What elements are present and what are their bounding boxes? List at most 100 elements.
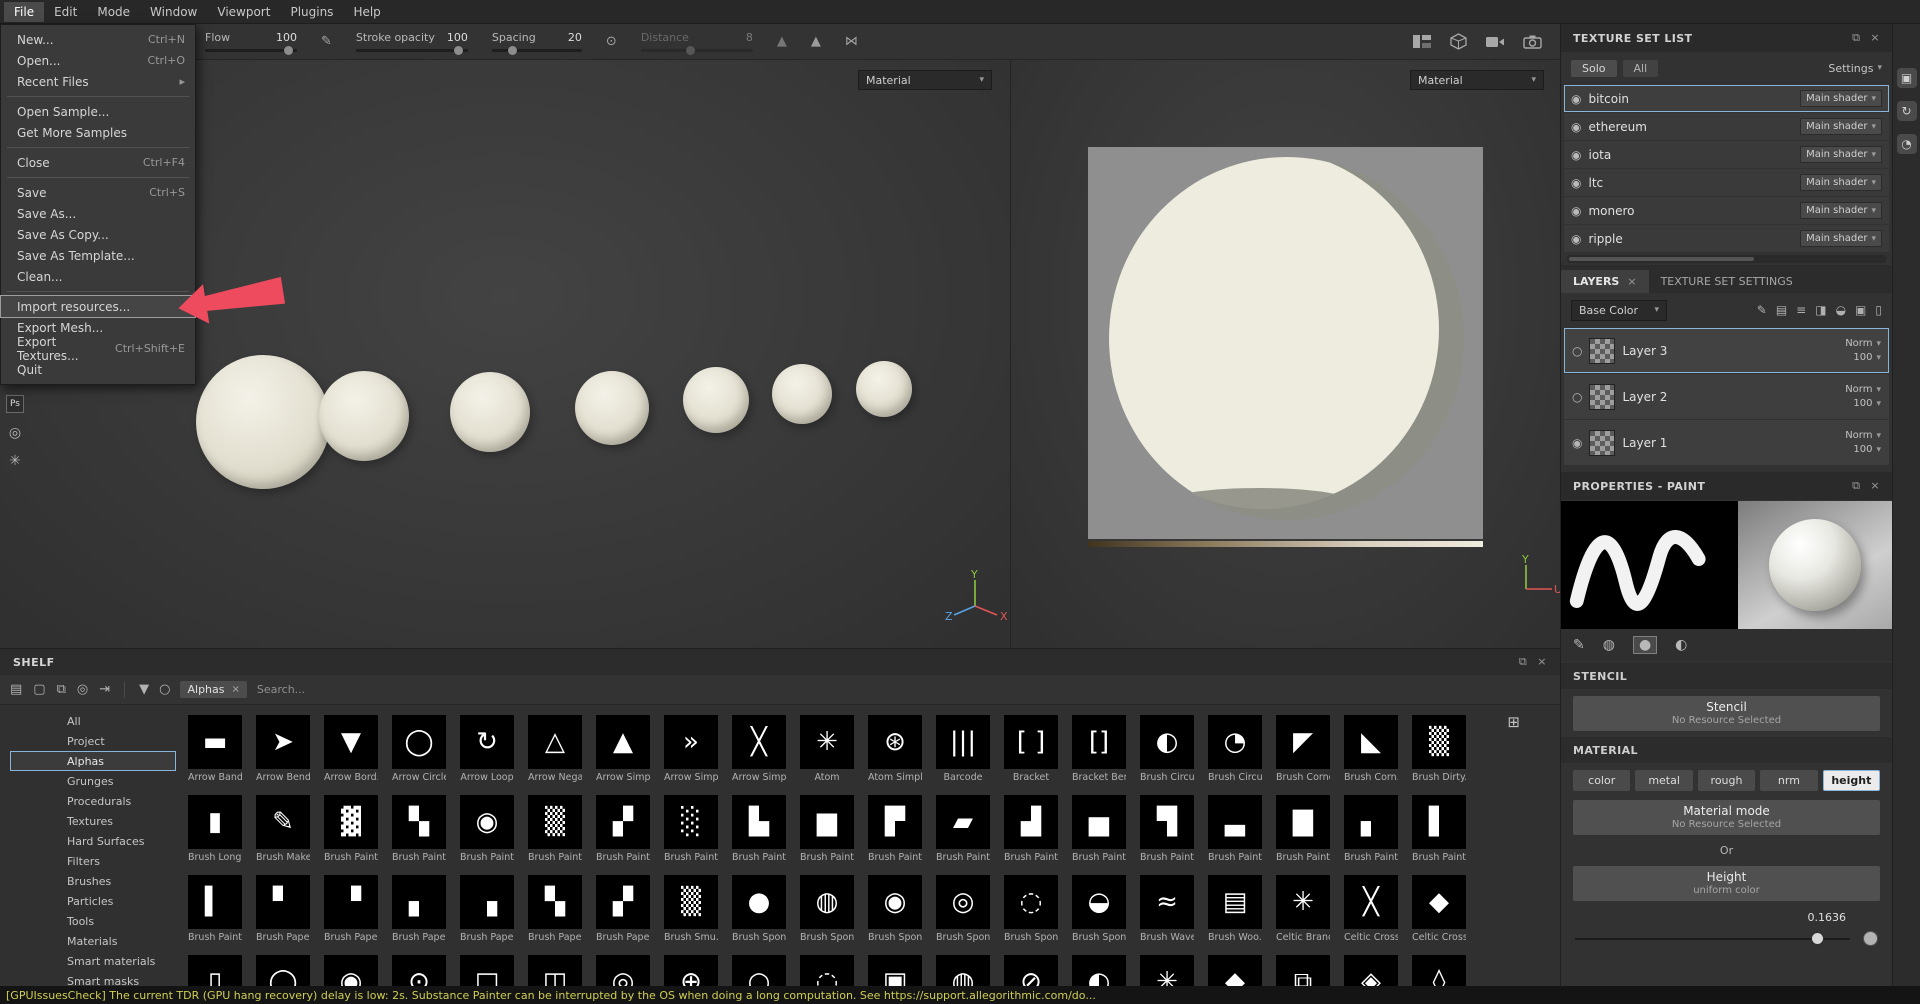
channel-nrm[interactable]: nrm	[1760, 770, 1818, 791]
shelf-item[interactable]: ◯	[256, 955, 310, 987]
thumbnail-size-icon[interactable]: ⊞	[1507, 713, 1520, 731]
tab-layers[interactable]: LAYERS ×	[1561, 270, 1649, 293]
filter-funnel-icon[interactable]: ▼	[139, 682, 149, 697]
shelf-item-celtic-branch[interactable]: ✳ Celtic Branch	[1276, 875, 1330, 943]
shelf-item-brush-paint[interactable]: ▙ Brush Paint...	[732, 795, 786, 863]
shelf-item-brush-maker[interactable]: ✎ Brush Maker	[256, 795, 310, 863]
layer-row-layer-3[interactable]: ○ Layer 3 Norm ▾ 100 ▾	[1564, 328, 1889, 373]
material-ball-icon[interactable]: ◍	[1603, 637, 1615, 653]
shelf-item[interactable]: ◊	[1412, 955, 1466, 987]
slider-handle[interactable]	[1811, 932, 1825, 945]
shelf-item-brush-spon[interactable]: ◌ Brush Spon...	[1004, 875, 1058, 943]
shader-dropdown[interactable]: Main shader ▾	[1800, 202, 1882, 219]
shader-dropdown[interactable]: Main shader ▾	[1800, 146, 1882, 163]
shelf-item-brush-pape[interactable]: ▝ Brush Pape...	[324, 875, 378, 943]
shelf-item[interactable]: ◍	[936, 955, 990, 987]
shelf-item-brush-paint[interactable]: ▆ Brush Paint...	[800, 795, 854, 863]
shelf-item[interactable]: ◐	[1072, 955, 1126, 987]
shelf-item-brush-paint[interactable]: ▟ Brush Paint...	[1004, 795, 1058, 863]
filter-chip-alphas[interactable]: Alphas ×	[180, 681, 247, 698]
visibility-icon[interactable]: ◉	[1571, 92, 1581, 106]
add-fill-icon[interactable]: ◒	[1836, 303, 1846, 317]
height-slider[interactable]	[1575, 930, 1878, 948]
shelf-item[interactable]: ▯	[188, 955, 242, 987]
file-menu-item-save[interactable]: Save Ctrl+S	[1, 182, 195, 203]
shelf-category-brushes[interactable]: Brushes	[10, 871, 176, 891]
shader-dropdown[interactable]: Main shader ▾	[1800, 174, 1882, 191]
shelf-item[interactable]: ◎	[596, 955, 650, 987]
shelf-category-alphas[interactable]: Alphas	[10, 751, 176, 771]
viewport3d-material-dropdown[interactable]: Material ▾	[858, 70, 992, 90]
delete-layer-icon[interactable]: ▯	[1875, 303, 1882, 317]
shelf-item-arrow-simpl[interactable]: ╳ Arrow Simpl...	[732, 715, 786, 783]
shader-dropdown[interactable]: Main shader ▾	[1800, 90, 1882, 107]
solo-button[interactable]: Solo	[1571, 59, 1617, 77]
shelf-category-procedurals[interactable]: Procedurals	[10, 791, 176, 811]
shelf-item[interactable]: ◈	[1344, 955, 1398, 987]
shelf-item-brush-circul[interactable]: ◔ Brush Circul...	[1208, 715, 1262, 783]
texture-set-settings-button[interactable]: Settings ▾	[1828, 62, 1882, 75]
file-menu-item-save-as-copy[interactable]: Save As Copy...	[1, 224, 195, 245]
viewport-2d[interactable]: Material ▾ Y U	[1010, 60, 1560, 648]
shelf-item-brush-paint[interactable]: ▇ Brush Paint...	[1276, 795, 1330, 863]
channel-rough[interactable]: rough	[1697, 770, 1756, 791]
shelf-item[interactable]: ◉	[324, 955, 378, 987]
shelf-item-barcode[interactable]: ||| Barcode	[936, 715, 990, 783]
file-menu-item-clean[interactable]: Clean...	[1, 266, 195, 287]
shelf-item-brush-paint[interactable]: ▛ Brush Paint...	[868, 795, 922, 863]
shelf-item-brush-woo[interactable]: ▤ Brush Woo...	[1208, 875, 1262, 943]
stencil-button[interactable]: Stencil No Resource Selected	[1573, 696, 1880, 731]
shelf-item-brush-paint[interactable]: ▰ Brush Paint...	[936, 795, 990, 863]
shelf-item-brush-wave[interactable]: ≈ Brush Wave	[1140, 875, 1194, 943]
channel-color[interactable]: color	[1573, 770, 1631, 791]
resources-panel-icon[interactable]: ▣	[1896, 68, 1917, 88]
visibility-icon[interactable]: ◉	[1571, 176, 1581, 190]
file-menu-item-close[interactable]: Close Ctrl+F4	[1, 152, 195, 173]
shelf-category-smart-materials[interactable]: Smart materials	[10, 951, 176, 971]
shelf-category-particles[interactable]: Particles	[10, 891, 176, 911]
shelf-item-brush-corner[interactable]: ◤ Brush Corner	[1276, 715, 1330, 783]
shelf-item-brush-paint[interactable]: ▒ Brush Paint...	[528, 795, 582, 863]
shelf-item-brush-paint[interactable]: ▌ Brush Paint...	[1412, 795, 1466, 863]
file-menu-item-quit[interactable]: Quit	[1, 359, 195, 380]
blend-mode-dropdown[interactable]: Norm ▾	[1845, 338, 1881, 349]
shelf-search-input[interactable]	[256, 683, 477, 696]
file-menu-item-open-sample[interactable]: Open Sample...	[1, 101, 195, 122]
shelf-category-grunges[interactable]: Grunges	[10, 771, 176, 791]
shelf-item-brush-paint[interactable]: ▚ Brush Paint...	[392, 795, 446, 863]
shelf-item-brush-paint[interactable]: ◉ Brush Paint...	[460, 795, 514, 863]
file-menu-item-export-textures[interactable]: Export Textures... Ctrl+Shift+E	[1, 335, 195, 363]
shelf-item-bracket-ben[interactable]: [] Bracket Ben...	[1072, 715, 1126, 783]
shelf-item[interactable]: □	[460, 955, 514, 987]
popout-icon[interactable]: ⧉	[1852, 479, 1860, 493]
menu-viewport[interactable]: Viewport	[207, 2, 280, 22]
layer-select-icon[interactable]: ◉	[1572, 436, 1582, 450]
shelf-item-brush-pape[interactable]: ▖ Brush Pape...	[392, 875, 446, 943]
photoshop-plugin-icon[interactable]: Ps	[6, 395, 24, 413]
shelf-item[interactable]: ⊕	[664, 955, 718, 987]
hide-icon[interactable]: ◎	[77, 682, 88, 697]
layer-select-icon[interactable]: ○	[1572, 390, 1582, 404]
spacing-value[interactable]: 20	[568, 31, 582, 44]
shelf-item-atom[interactable]: ✳ Atom	[800, 715, 854, 783]
close-icon[interactable]: ×	[1537, 655, 1547, 669]
blend-mode-dropdown[interactable]: Norm ▾	[1845, 430, 1881, 441]
shelf-item[interactable]: ◫	[528, 955, 582, 987]
channel-metal[interactable]: metal	[1635, 770, 1693, 791]
new-resource-icon[interactable]: ▢	[33, 682, 45, 697]
shelf-item-arrow-circle[interactable]: ◯ Arrow Circle	[392, 715, 446, 783]
opacity-dropdown[interactable]: 100 ▾	[1853, 444, 1881, 455]
menu-mode[interactable]: Mode	[87, 2, 140, 22]
shelf-category-tools[interactable]: Tools	[10, 911, 176, 931]
folder-icon[interactable]: ▤	[10, 682, 22, 697]
falloff-b-icon[interactable]: ▲	[811, 34, 821, 49]
shelf-item-arrow-loop[interactable]: ↻ Arrow Loop	[460, 715, 514, 783]
plugin-circle-icon[interactable]: ◎	[9, 425, 21, 441]
shelf-category-filters[interactable]: Filters	[10, 851, 176, 871]
texture-set-row-ethereum[interactable]: ◉ ethereum Main shader ▾	[1564, 113, 1889, 140]
shelf-item-brush-dirty[interactable]: ▒ Brush Dirty...	[1412, 715, 1466, 783]
shelf-item-arrow-band[interactable]: ▬ Arrow Band	[188, 715, 242, 783]
shelf-category-smart-masks[interactable]: Smart masks	[10, 971, 176, 987]
visibility-icon[interactable]: ◉	[1571, 148, 1581, 162]
shelf-item-brush-pape[interactable]: ▗ Brush Pape...	[460, 875, 514, 943]
